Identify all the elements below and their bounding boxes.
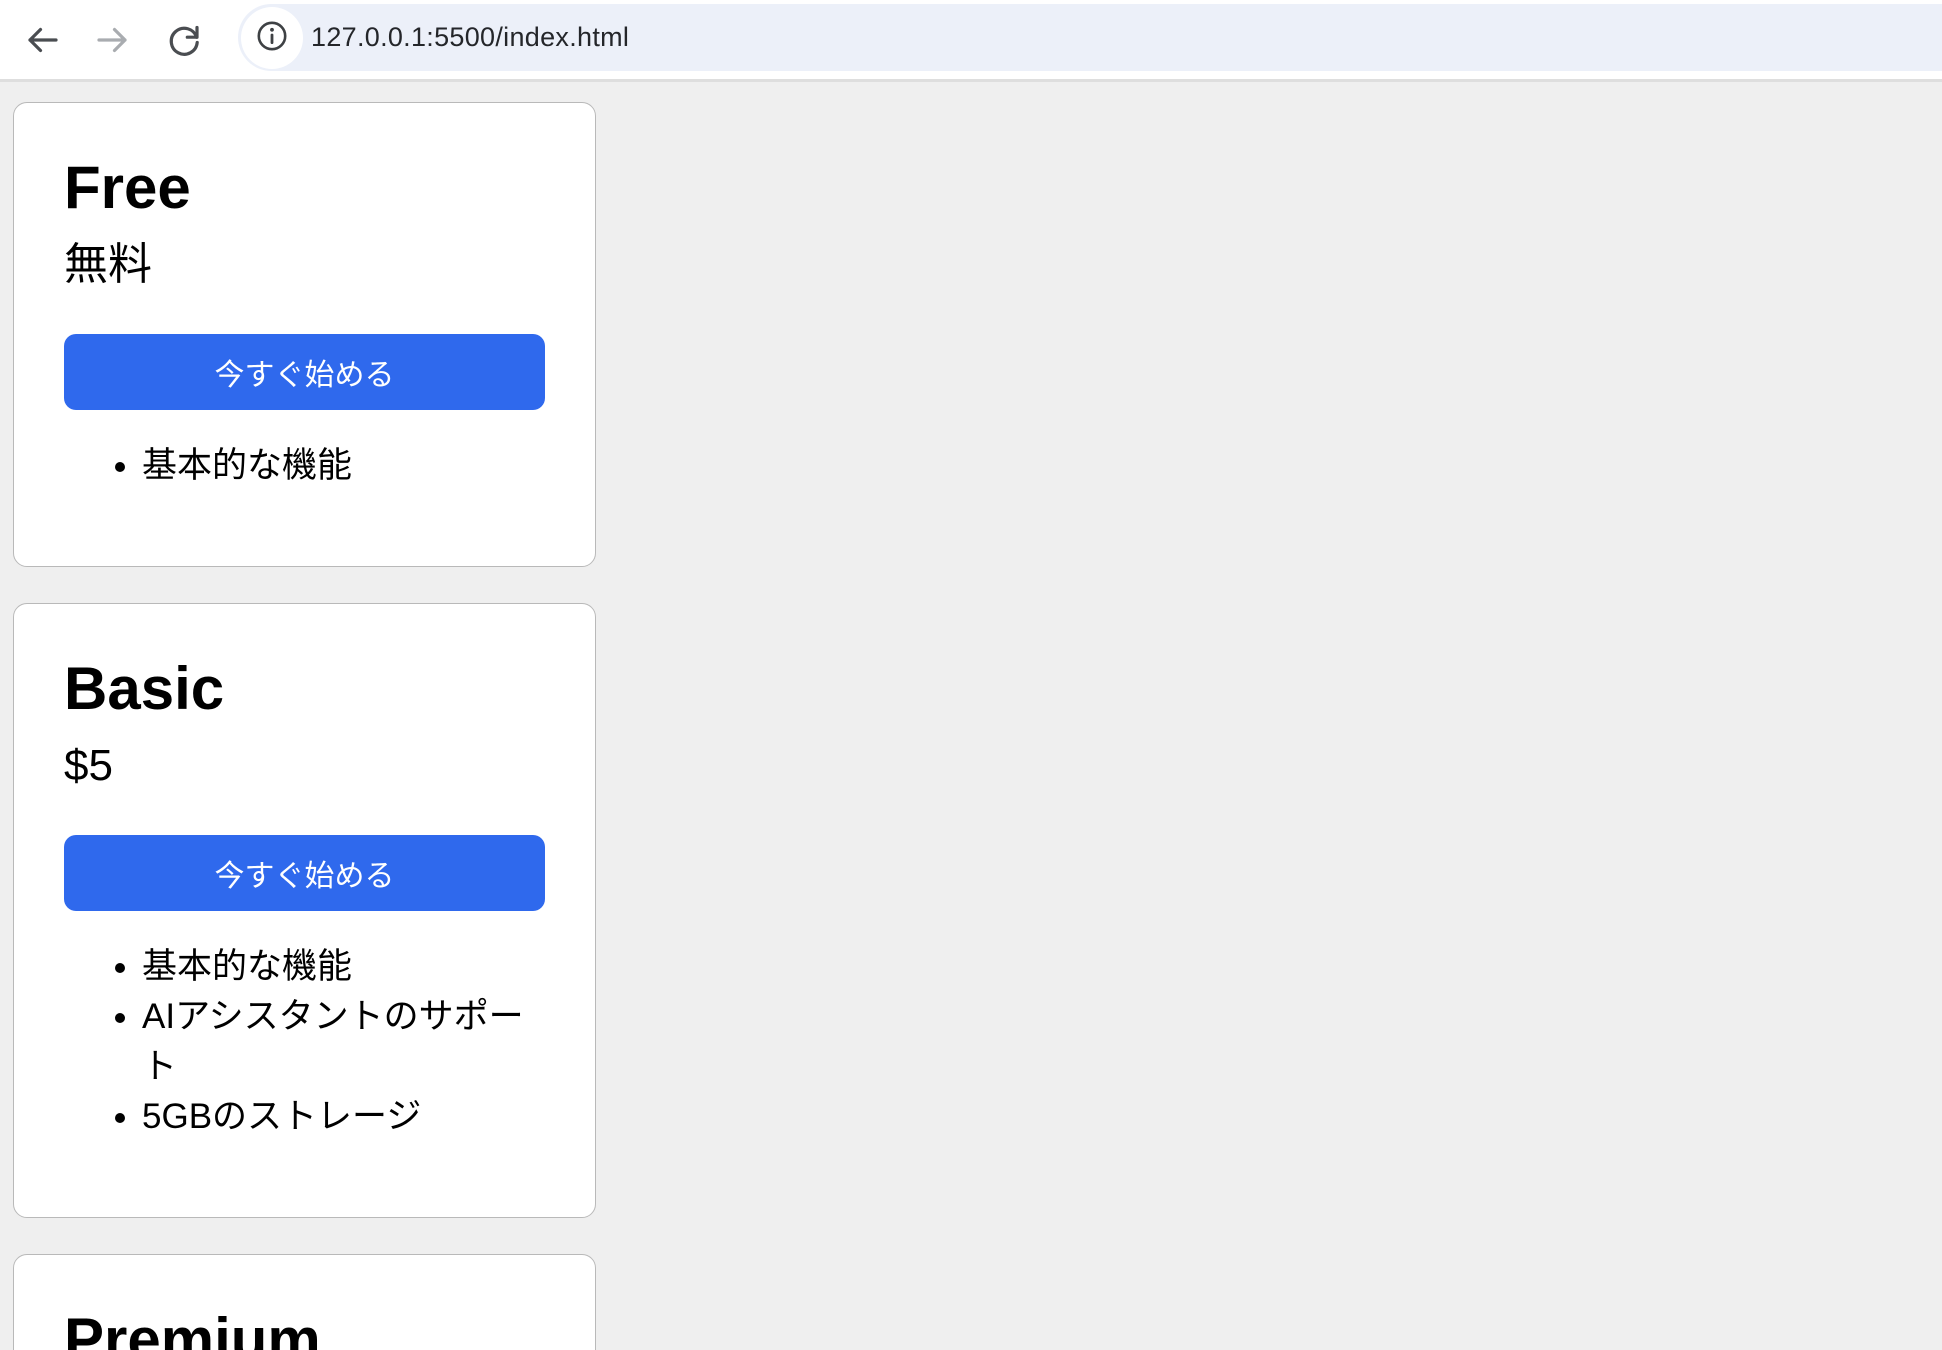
forward-arrow-icon bbox=[95, 22, 131, 58]
feature-item: 5GBのストレージ bbox=[142, 1092, 545, 1142]
start-now-button[interactable]: 今すぐ始める bbox=[64, 835, 545, 911]
feature-list: 基本的な機能 bbox=[64, 441, 545, 491]
site-info-button[interactable] bbox=[241, 7, 303, 69]
url-bar[interactable]: 127.0.0.1:5500/index.html bbox=[238, 4, 1942, 71]
plan-name: Premium bbox=[64, 1307, 545, 1350]
plan-name: Free bbox=[64, 155, 545, 221]
site-info-icon bbox=[255, 19, 289, 56]
feature-list: 基本的な機能 AIアシスタントのサポート 5GBのストレージ bbox=[64, 942, 545, 1142]
back-button[interactable] bbox=[18, 16, 66, 64]
plan-name: Basic bbox=[64, 656, 545, 722]
plan-price: 無料 bbox=[64, 239, 545, 291]
plan-card-free: Free 無料 今すぐ始める 基本的な機能 bbox=[13, 102, 596, 567]
plan-card-basic: Basic $5 今すぐ始める 基本的な機能 AIアシスタントのサポート 5GB… bbox=[13, 603, 596, 1218]
forward-button[interactable] bbox=[89, 16, 137, 64]
reload-icon bbox=[166, 22, 202, 58]
start-now-button[interactable]: 今すぐ始める bbox=[64, 334, 545, 410]
url-text: 127.0.0.1:5500/index.html bbox=[311, 22, 629, 53]
browser-toolbar: 127.0.0.1:5500/index.html bbox=[0, 0, 1942, 82]
plan-card-premium: Premium bbox=[13, 1254, 596, 1350]
reload-button[interactable] bbox=[160, 16, 208, 64]
page-content: Free 無料 今すぐ始める 基本的な機能 Basic $5 今すぐ始める 基本… bbox=[0, 82, 1942, 1350]
back-arrow-icon bbox=[24, 22, 60, 58]
feature-item: AIアシスタントのサポート bbox=[142, 992, 545, 1092]
plan-price: $5 bbox=[64, 740, 545, 792]
feature-item: 基本的な機能 bbox=[142, 441, 545, 491]
feature-item: 基本的な機能 bbox=[142, 942, 545, 992]
nav-buttons bbox=[18, 0, 208, 79]
